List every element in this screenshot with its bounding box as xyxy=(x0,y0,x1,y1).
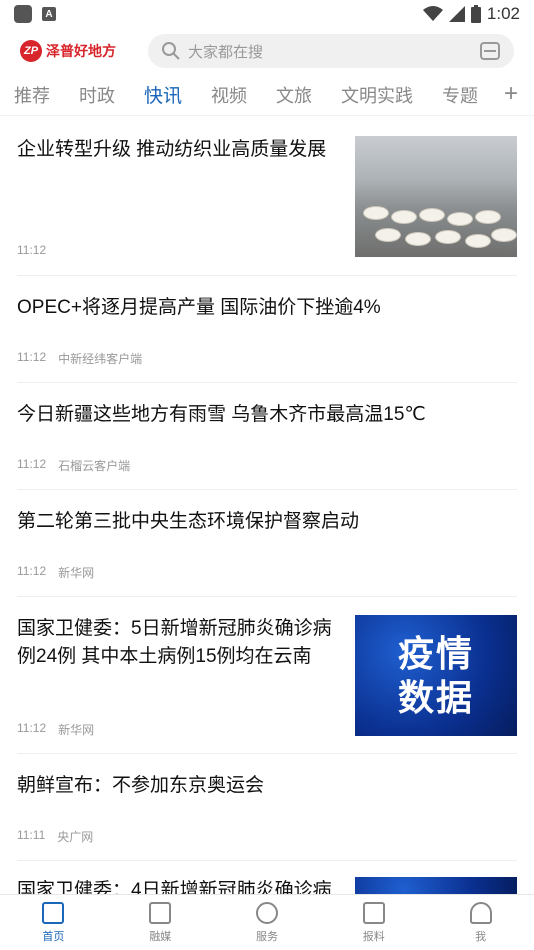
heart-hands-icon xyxy=(255,901,278,924)
news-item[interactable]: 第二轮第三批中央生态环境保护督察启动 11:12 新华网 xyxy=(17,490,517,597)
news-time: 11:12 xyxy=(17,564,47,578)
news-time: 11:12 xyxy=(17,243,47,257)
news-meta: 11:12 新华网 xyxy=(17,564,94,581)
news-source: 新华网 xyxy=(58,566,95,580)
search-icon xyxy=(162,42,180,60)
nav-home[interactable]: 首页 xyxy=(0,895,107,950)
news-source: 中新经纬客户端 xyxy=(58,352,143,366)
news-title: 今日新疆这些地方有雨雪 乌鲁木齐市最高温15℃ xyxy=(17,404,426,425)
nav-label: 首页 xyxy=(42,930,65,943)
news-thumbnail xyxy=(355,136,517,257)
add-tab-button[interactable]: + xyxy=(504,80,518,108)
category-tabs: 推荐 时政 快讯 视频 文旅 文明实践 专题 + xyxy=(0,74,534,116)
notification-icon xyxy=(14,5,32,23)
news-meta: 11:12 新华网 xyxy=(17,721,94,738)
report-icon xyxy=(362,901,385,924)
thumb-text-line1: 疫情 xyxy=(397,632,474,674)
news-item[interactable]: 国家卫健委：4日新增新冠肺炎确诊病 xyxy=(17,861,517,894)
tab-culture-travel[interactable]: 文旅 xyxy=(276,82,312,108)
news-source: 央广网 xyxy=(57,830,94,844)
tab-flash-news[interactable]: 快讯 xyxy=(144,81,182,108)
news-title: 国家卫健委：5日新增新冠肺炎确诊病例24例 其中本土病例15例均在云南 xyxy=(17,618,332,667)
nav-media[interactable]: 融媒 xyxy=(107,895,214,950)
clock: 1:02 xyxy=(486,4,520,23)
logo-text: 泽普好地方 xyxy=(46,43,116,59)
news-title: OPEC+将逐月提高产量 国际油价下挫逾4% xyxy=(17,297,381,318)
nav-service[interactable]: 服务 xyxy=(214,895,321,950)
news-title: 第二轮第三批中央生态环境保护督察启动 xyxy=(17,511,360,532)
logo-mark-icon: ZP xyxy=(20,40,42,62)
search-bar[interactable]: 大家都在搜 xyxy=(148,34,514,68)
news-thumbnail xyxy=(355,877,517,894)
app-notification-icon: A xyxy=(42,7,56,21)
news-time: 11:12 xyxy=(17,721,47,735)
nav-label: 服务 xyxy=(255,930,278,943)
search-placeholder: 大家都在搜 xyxy=(188,43,264,61)
signal-icon xyxy=(448,6,465,22)
nav-label: 我 xyxy=(475,930,487,943)
wifi-icon xyxy=(422,6,443,21)
thumb-text-line2: 数据 xyxy=(397,676,474,718)
tab-civilization[interactable]: 文明实践 xyxy=(341,82,413,108)
news-source: 石榴云客户端 xyxy=(58,459,131,473)
news-item[interactable]: 企业转型升级 推动纺织业高质量发展 11:12 xyxy=(17,118,517,276)
nav-report[interactable]: 报料 xyxy=(320,895,427,950)
home-doc-icon xyxy=(42,901,65,924)
news-meta: 11:11 央广网 xyxy=(17,828,93,845)
news-thumbnail: 疫情 数据 xyxy=(355,615,517,736)
news-list: 企业转型升级 推动纺织业高质量发展 11:12 OPEC+将逐月提高产量 国际油… xyxy=(0,118,534,894)
news-title: 国家卫健委：4日新增新冠肺炎确诊病 xyxy=(17,880,332,894)
status-bar: A 1:02 xyxy=(0,0,534,28)
battery-icon xyxy=(470,5,481,23)
news-title: 企业转型升级 推动纺织业高质量发展 xyxy=(17,139,327,160)
bottom-navigation: 首页 融媒 服务 报料 我 xyxy=(0,894,534,950)
news-time: 11:12 xyxy=(17,457,47,471)
tab-special[interactable]: 专题 xyxy=(442,82,478,108)
news-item[interactable]: 朝鲜宣布：不参加东京奥运会 11:11 央广网 xyxy=(17,754,517,861)
news-title: 朝鲜宣布：不参加东京奥运会 xyxy=(17,775,265,796)
news-meta: 11:12 石榴云客户端 xyxy=(17,457,130,474)
news-time: 11:12 xyxy=(17,350,47,364)
tab-video[interactable]: 视频 xyxy=(211,82,247,108)
scan-icon[interactable] xyxy=(480,42,500,60)
news-item[interactable]: 今日新疆这些地方有雨雪 乌鲁木齐市最高温15℃ 11:12 石榴云客户端 xyxy=(17,383,517,490)
news-meta: 11:12 xyxy=(17,243,46,257)
user-icon xyxy=(469,901,492,924)
tab-recommend[interactable]: 推荐 xyxy=(14,82,50,108)
news-item[interactable]: 国家卫健委：5日新增新冠肺炎确诊病例24例 其中本土病例15例均在云南 疫情 数… xyxy=(17,597,517,754)
news-source: 新华网 xyxy=(58,723,95,737)
nav-label: 报料 xyxy=(362,930,385,943)
app-header: ZP 泽普好地方 大家都在搜 xyxy=(0,32,534,70)
media-icon xyxy=(149,901,172,924)
news-time: 11:11 xyxy=(17,828,46,842)
nav-me[interactable]: 我 xyxy=(427,895,534,950)
news-meta: 11:12 中新经纬客户端 xyxy=(17,350,142,367)
news-item[interactable]: OPEC+将逐月提高产量 国际油价下挫逾4% 11:12 中新经纬客户端 xyxy=(17,276,517,383)
tab-politics[interactable]: 时政 xyxy=(79,82,115,108)
app-logo[interactable]: ZP 泽普好地方 xyxy=(20,40,140,62)
nav-label: 融媒 xyxy=(149,930,172,943)
